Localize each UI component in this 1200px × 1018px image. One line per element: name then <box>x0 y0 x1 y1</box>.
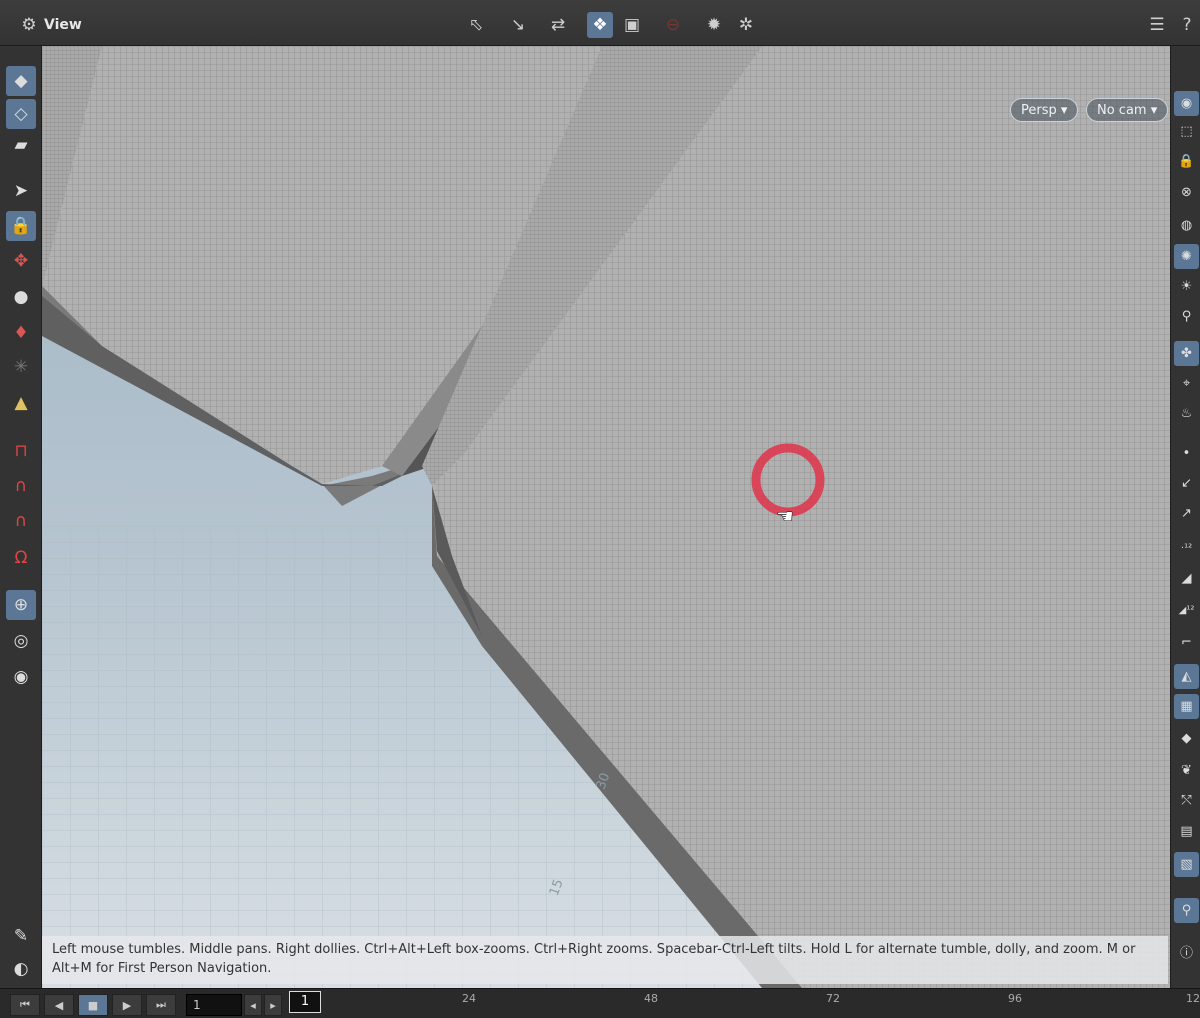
view-tool-icon[interactable]: ◆ <box>6 66 36 96</box>
lock-icon[interactable]: 🔒 <box>6 211 36 241</box>
info-icon[interactable]: ⓘ <box>1174 939 1199 964</box>
rotate-tool-icon[interactable]: ● <box>6 282 36 312</box>
play-reverse-icon[interactable]: ◀ <box>44 994 74 1016</box>
light-icon[interactable]: ☀ <box>1174 274 1199 299</box>
3d-viewport[interactable]: 30 15 ☚ Persp ▾ No cam ▾ <box>42 46 1170 988</box>
light-bulb-icon[interactable]: ✺ <box>1174 244 1199 269</box>
normal-display-icon[interactable]: ↙ <box>1174 471 1199 496</box>
tick-label: 48 <box>644 992 658 1005</box>
handle-tool-icon[interactable]: ▲ <box>6 388 36 418</box>
scene-object-icon[interactable]: ✤ <box>1174 341 1199 366</box>
scene-render: 30 15 ☚ <box>42 46 1170 988</box>
diamond-icon[interactable]: ◆ <box>1174 726 1199 751</box>
handle-icon[interactable]: ↘ <box>505 12 531 38</box>
point-number-icon[interactable]: ·¹² <box>1174 536 1199 561</box>
display-sphere-icon[interactable]: ◐ <box>6 954 36 984</box>
pane-title: View <box>44 17 82 33</box>
play-forward-icon[interactable]: ▶ <box>112 994 142 1016</box>
tick-label: 24 <box>462 992 476 1005</box>
render-region-icon[interactable]: ◉ <box>6 662 36 692</box>
headlight-icon[interactable]: ⚲ <box>1174 304 1199 329</box>
help-icon[interactable]: ? <box>1174 12 1200 38</box>
notes-icon[interactable]: ✎ <box>6 921 36 951</box>
tick-label: 72 <box>826 992 840 1005</box>
display-options-icon[interactable]: ❖ <box>587 12 613 38</box>
display-eye-icon[interactable]: ◉ <box>1174 91 1199 116</box>
select-arrow-icon[interactable]: ➤ <box>6 176 36 206</box>
step-forward-icon[interactable]: ▸ <box>264 994 282 1016</box>
snap-magnet-icon[interactable]: Ω <box>6 543 36 573</box>
prim-number-icon[interactable]: ◢¹² <box>1174 598 1199 623</box>
snap-curve-icon[interactable]: ∩ <box>6 471 36 501</box>
jump-end-icon[interactable]: ⏭ <box>146 994 176 1016</box>
jump-start-icon[interactable]: ⏮ <box>10 994 40 1016</box>
hand-cursor-icon: ☚ <box>776 504 794 528</box>
wireframe-icon[interactable]: ⌖ <box>1174 371 1199 396</box>
move-tool-icon[interactable]: ✥ <box>6 246 36 276</box>
scale-tool-icon[interactable]: ♦ <box>6 318 36 348</box>
camera-menu[interactable]: No cam ▾ <box>1086 98 1169 122</box>
pose-icon[interactable]: ⇄ <box>545 12 571 38</box>
viewport-help-message: Left mouse tumbles. Middle pans. Right d… <box>42 936 1168 984</box>
point-display-icon[interactable]: • <box>1174 441 1199 466</box>
prim-display-icon[interactable]: ◢ <box>1174 566 1199 591</box>
ghost-display-icon[interactable]: ⊗ <box>1174 180 1199 205</box>
checker-icon[interactable]: ▦ <box>1174 694 1199 719</box>
pose-tool-icon[interactable]: ✳ <box>6 352 36 382</box>
display-box-icon[interactable]: ⬚ <box>1174 119 1199 144</box>
particle-icon[interactable]: ❦ <box>1174 758 1199 783</box>
image-view-icon[interactable]: ▧ <box>1174 852 1199 877</box>
camera-look-icon[interactable]: ◎ <box>6 626 36 656</box>
snap-point-icon[interactable]: ∩ <box>6 506 36 536</box>
display-list-icon[interactable]: ▤ <box>1174 819 1199 844</box>
tick-label: 96 <box>1008 992 1022 1005</box>
select-transform-icon[interactable]: ⬁ <box>463 12 489 38</box>
stop-icon[interactable]: ■ <box>78 994 108 1016</box>
viewer-toolbar: ⚙ View ⬁ ↘ ⇄ ❖ ▣ ⊖ ✹ ✲ ☰ ? <box>0 0 1200 46</box>
left-tool-shelf: ◆ ◇ ▰ ➤ 🔒 ✥ ● ♦ ✳ ▲ ⊓ ∩ ∩ Ω ⊕ ◎ ◉ ✎ ◐ <box>0 46 42 988</box>
ghost-icon[interactable]: ⊖ <box>660 12 686 38</box>
perspective-menu[interactable]: Persp ▾ <box>1010 98 1079 122</box>
select-geometry-icon[interactable]: ◇ <box>6 99 36 129</box>
lights-icon[interactable]: ✹ <box>701 12 727 38</box>
shading-sphere-icon[interactable]: ◍ <box>1174 213 1199 238</box>
layout-icon[interactable]: ☰ <box>1144 12 1170 38</box>
paint-tool-icon[interactable]: ▰ <box>6 130 36 160</box>
step-back-icon[interactable]: ◂ <box>244 994 262 1016</box>
bone-icon[interactable]: ⤲ <box>1174 788 1199 813</box>
wireframe-toggle-icon[interactable]: ▣ <box>619 12 645 38</box>
view-pane-icon[interactable]: ⚙ <box>16 12 42 38</box>
lock-camera-icon[interactable]: 🔒 <box>1174 149 1199 174</box>
right-display-shelf: ◉ ⬚ 🔒 ⊗ ◍ ✺ ☀ ⚲ ✤ ⌖ ♨ • ↙ ↗ ·¹² ◢ ◢¹² ⌐ … <box>1170 46 1200 988</box>
settings-gear-icon[interactable]: ✲ <box>733 12 759 38</box>
frame-input[interactable]: 1 <box>186 994 242 1016</box>
ghost-object-icon[interactable]: ♨ <box>1174 401 1199 426</box>
uv-display-icon[interactable]: ⌐ <box>1174 630 1199 655</box>
background-icon[interactable]: ◭ <box>1174 664 1199 689</box>
current-frame-marker[interactable]: 1 <box>289 991 321 1013</box>
vector-display-icon[interactable]: ↗ <box>1174 501 1199 526</box>
snap-grid-icon[interactable]: ⊓ <box>6 436 36 466</box>
playbar: ⏮ ◀ ■ ▶ ⏭ 1 ◂ ▸ 1 24 48 72 96 12 <box>0 988 1200 1018</box>
pin-icon[interactable]: ⚲ <box>1174 898 1199 923</box>
tick-label: 12 <box>1186 992 1200 1005</box>
camera-tumble-icon[interactable]: ⊕ <box>6 590 36 620</box>
